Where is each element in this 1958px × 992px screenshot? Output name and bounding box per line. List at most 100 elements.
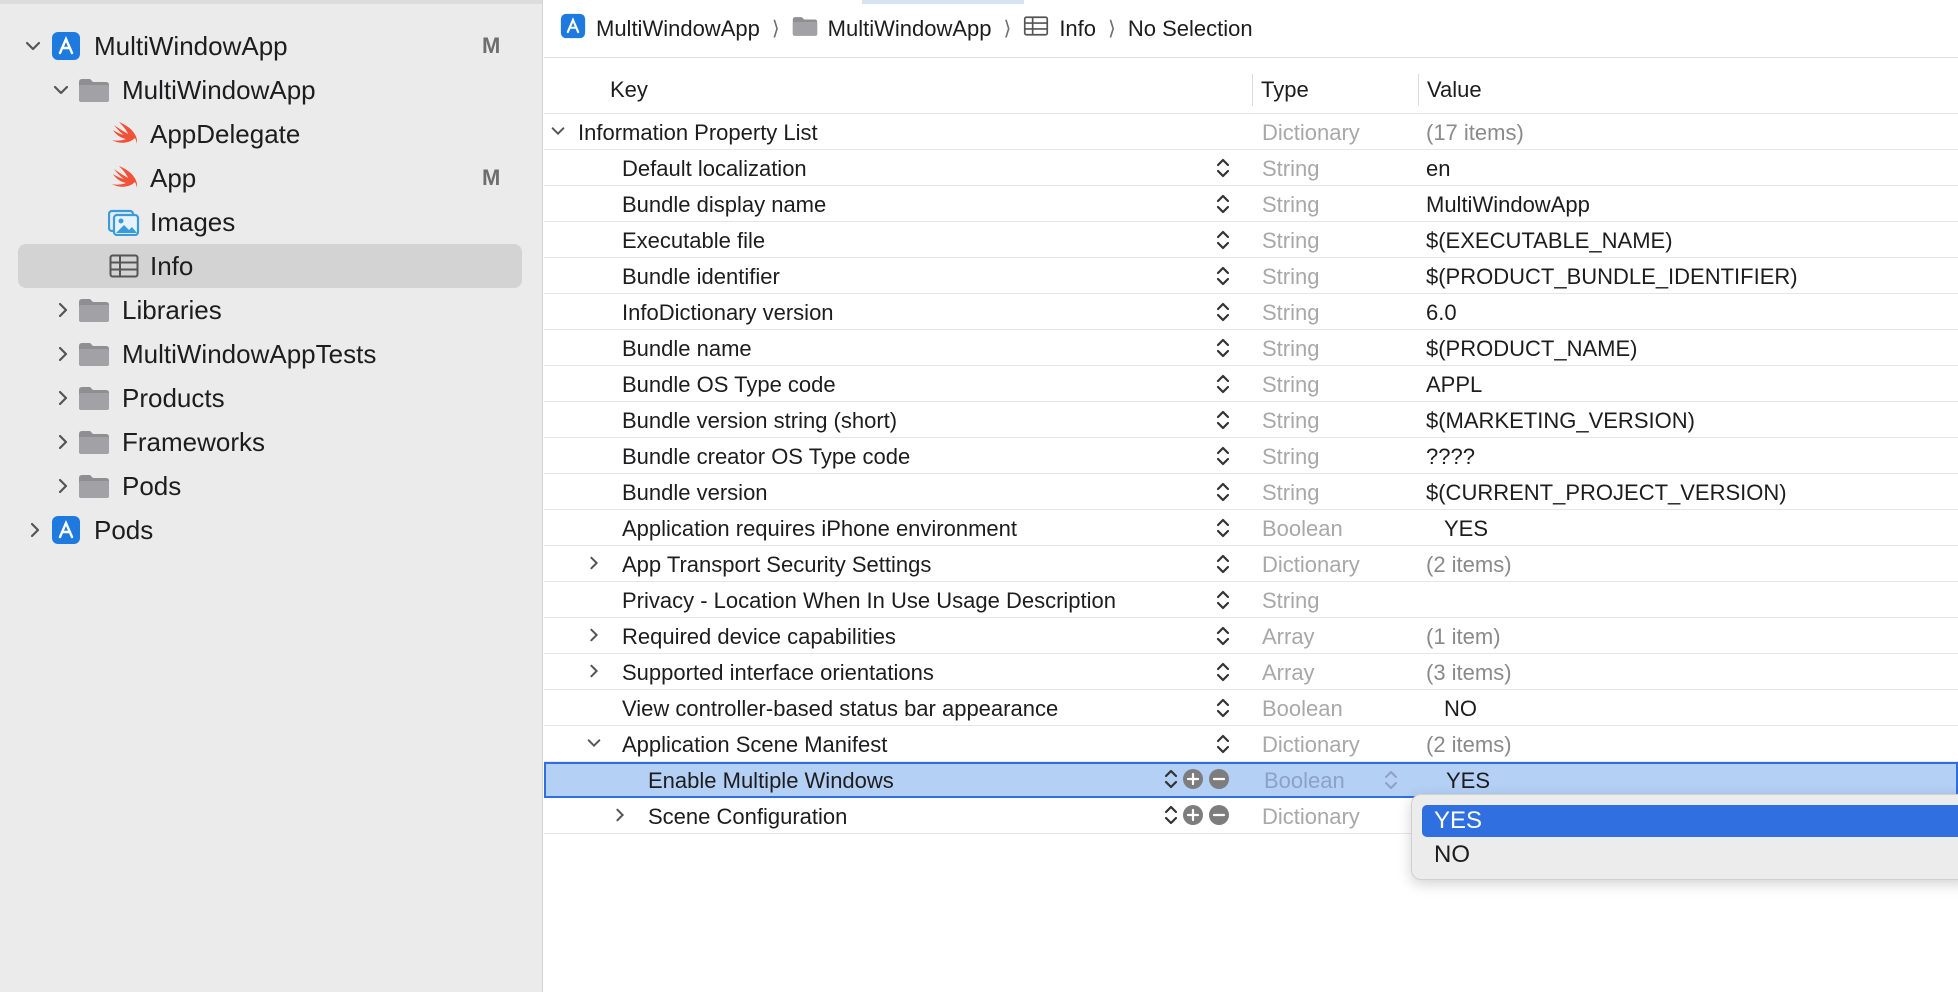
row-key[interactable]: Bundle version — [622, 480, 768, 506]
table-row[interactable]: Required device capabilities Array (1 it… — [544, 618, 1958, 654]
table-row[interactable]: Bundle version String $(CURRENT_PROJECT_… — [544, 474, 1958, 510]
row-type[interactable]: String — [1262, 228, 1319, 254]
row-value[interactable]: $(CURRENT_PROJECT_VERSION) — [1426, 480, 1787, 506]
row-value[interactable]: APPL — [1426, 372, 1482, 398]
type-stepper-icon[interactable] — [1384, 768, 1398, 792]
row-type[interactable]: String — [1262, 156, 1319, 182]
row-key[interactable]: Bundle version string (short) — [622, 408, 897, 434]
row-value[interactable]: MultiWindowApp — [1426, 192, 1590, 218]
key-stepper-icon[interactable] — [1216, 480, 1230, 504]
row-value[interactable]: en — [1426, 156, 1450, 182]
table-row[interactable]: Bundle display name String MultiWindowAp… — [544, 186, 1958, 222]
breadcrumb-item-group[interactable]: MultiWindowApp — [792, 15, 992, 43]
row-key[interactable]: Executable file — [622, 228, 765, 254]
table-row[interactable]: Bundle version string (short) String $(M… — [544, 402, 1958, 438]
row-type[interactable]: Array — [1262, 624, 1315, 650]
chevron-down-icon[interactable] — [584, 733, 604, 753]
chevron-right-icon[interactable] — [52, 475, 74, 497]
add-item-icon[interactable] — [1182, 768, 1204, 796]
key-stepper-icon[interactable] — [1216, 696, 1230, 720]
row-type[interactable]: String — [1262, 372, 1319, 398]
breadcrumb-item-info[interactable]: Info — [1023, 16, 1096, 42]
table-row[interactable]: Executable file String $(EXECUTABLE_NAME… — [544, 222, 1958, 258]
row-type[interactable]: String — [1262, 264, 1319, 290]
table-row[interactable]: Supported interface orientations Array (… — [544, 654, 1958, 690]
row-key[interactable]: Application requires iPhone environment — [622, 516, 1017, 542]
row-type[interactable]: String — [1262, 408, 1319, 434]
row-value[interactable]: 6.0 — [1426, 300, 1457, 326]
nav-item-frameworks[interactable]: Frameworks — [0, 420, 543, 464]
nav-item-app[interactable]: App M — [0, 156, 543, 200]
key-stepper-icon[interactable] — [1216, 192, 1230, 216]
chevron-right-icon[interactable] — [610, 805, 630, 825]
table-row-selected[interactable]: Enable Multiple Windows Boolean YES — [544, 762, 1958, 798]
nav-item-appdelegate[interactable]: AppDelegate — [0, 112, 543, 156]
add-item-icon[interactable] — [1182, 804, 1204, 832]
row-key[interactable]: InfoDictionary version — [622, 300, 834, 326]
column-header-value[interactable]: Value — [1427, 66, 1482, 114]
nav-item-multiwindowapptests[interactable]: MultiWindowAppTests — [0, 332, 543, 376]
table-row[interactable]: Default localization String en — [544, 150, 1958, 186]
chevron-down-icon[interactable] — [548, 121, 568, 141]
row-type[interactable]: String — [1262, 444, 1319, 470]
row-key[interactable]: Supported interface orientations — [622, 660, 934, 686]
row-key[interactable]: Bundle identifier — [622, 264, 780, 290]
remove-item-icon[interactable] — [1208, 768, 1230, 796]
key-stepper-icon[interactable] — [1216, 264, 1230, 288]
key-stepper-icon[interactable] — [1216, 552, 1230, 576]
chevron-right-icon[interactable] — [52, 299, 74, 321]
table-row[interactable]: InfoDictionary version String 6.0 — [544, 294, 1958, 330]
row-type[interactable]: Boolean — [1264, 768, 1345, 794]
table-row[interactable]: Bundle name String $(PRODUCT_NAME) — [544, 330, 1958, 366]
table-row[interactable]: Information Property List Dictionary (17… — [544, 114, 1958, 150]
table-row[interactable]: Bundle OS Type code String APPL — [544, 366, 1958, 402]
row-value[interactable]: $(PRODUCT_BUNDLE_IDENTIFIER) — [1426, 264, 1798, 290]
column-header-type[interactable]: Type — [1261, 66, 1309, 114]
key-stepper-icon[interactable] — [1216, 516, 1230, 540]
key-stepper-icon[interactable] — [1216, 372, 1230, 396]
row-value[interactable]: ???? — [1426, 444, 1475, 470]
row-value[interactable]: $(PRODUCT_NAME) — [1426, 336, 1637, 362]
key-stepper-icon[interactable] — [1216, 300, 1230, 324]
column-divider[interactable] — [1418, 74, 1419, 106]
row-value[interactable]: $(MARKETING_VERSION) — [1426, 408, 1695, 434]
row-type[interactable]: String — [1262, 588, 1319, 614]
nav-item-products[interactable]: Products — [0, 376, 543, 420]
row-key[interactable]: Application Scene Manifest — [622, 732, 887, 758]
row-key[interactable]: Default localization — [622, 156, 807, 182]
key-stepper-icon[interactable] — [1216, 588, 1230, 612]
chevron-right-icon[interactable] — [52, 431, 74, 453]
key-stepper-icon[interactable] — [1216, 336, 1230, 360]
row-key[interactable]: Scene Configuration — [648, 804, 847, 830]
nav-item-libraries[interactable]: Libraries — [0, 288, 543, 332]
chevron-down-icon[interactable] — [50, 79, 72, 101]
row-key[interactable]: Bundle display name — [622, 192, 826, 218]
chevron-right-icon[interactable] — [584, 625, 604, 645]
key-stepper-icon[interactable] — [1216, 156, 1230, 180]
row-type[interactable]: Dictionary — [1262, 804, 1360, 830]
row-type[interactable]: Array — [1262, 660, 1315, 686]
nav-item-images[interactable]: Images — [0, 200, 543, 244]
chevron-down-icon[interactable] — [22, 35, 44, 57]
key-stepper-icon[interactable] — [1216, 444, 1230, 468]
column-header-key[interactable]: Key — [610, 66, 648, 114]
chevron-right-icon[interactable] — [24, 519, 46, 541]
row-type[interactable]: String — [1262, 192, 1319, 218]
row-key[interactable]: Bundle creator OS Type code — [622, 444, 910, 470]
column-divider[interactable] — [1252, 74, 1253, 106]
nav-item-pods-folder[interactable]: Pods — [0, 464, 543, 508]
key-stepper-icon[interactable] — [1164, 803, 1178, 833]
nav-item-info[interactable]: Info — [0, 244, 543, 288]
breadcrumb-item-project[interactable]: MultiWindowApp — [560, 13, 760, 45]
remove-item-icon[interactable] — [1208, 804, 1230, 832]
row-value[interactable]: YES — [1446, 768, 1490, 794]
nav-item-pods-project[interactable]: Pods — [0, 508, 543, 552]
chevron-right-icon[interactable] — [52, 343, 74, 365]
row-value[interactable]: $(EXECUTABLE_NAME) — [1426, 228, 1673, 254]
table-row[interactable]: Application Scene Manifest Dictionary (2… — [544, 726, 1958, 762]
row-type[interactable]: String — [1262, 300, 1319, 326]
row-key[interactable]: App Transport Security Settings — [622, 552, 931, 578]
table-row[interactable]: Bundle creator OS Type code String ???? — [544, 438, 1958, 474]
breadcrumb-item-selection[interactable]: No Selection — [1128, 16, 1253, 42]
table-row[interactable]: App Transport Security Settings Dictiona… — [544, 546, 1958, 582]
